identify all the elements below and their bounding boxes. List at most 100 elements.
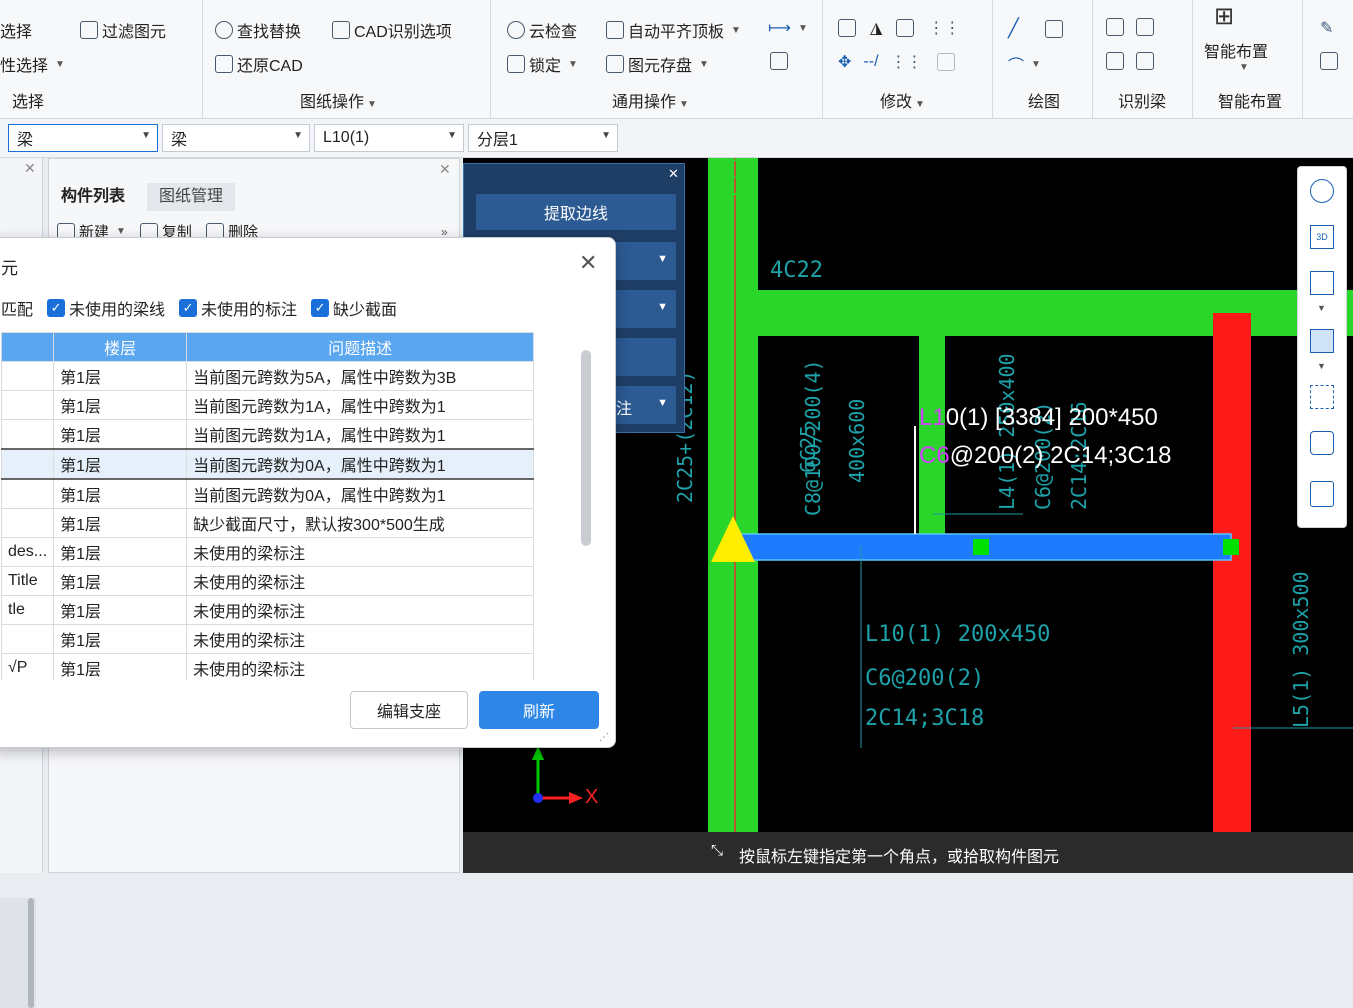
edit-support-button[interactable]: 编辑支座	[350, 691, 468, 729]
edit-icon[interactable]	[936, 53, 955, 71]
ribbon-divider	[822, 0, 823, 118]
layer-combo[interactable]: 分层1 ▼	[468, 124, 618, 152]
checkbox-checked-icon[interactable]: ✓	[311, 299, 330, 317]
modify-tools-row2[interactable]: ✥ --/ ⋮⋮	[838, 52, 955, 72]
restore-cad-button[interactable]: 还原CAD	[215, 52, 303, 76]
rectangle-icon[interactable]	[1044, 19, 1063, 38]
break-icon[interactable]: ⋮⋮	[891, 52, 923, 72]
table-row[interactable]: 第1层 当前图元跨数为5A，属性中跨数为3B	[1, 361, 535, 391]
measure-button[interactable]: ⟼ ▼	[768, 18, 808, 38]
cad-recognize-options-button[interactable]: CAD识别选项	[332, 18, 452, 42]
ribbon-select-button[interactable]: 选择	[0, 18, 32, 42]
table-row[interactable]: 第1层 缺少截面尺寸，默认按300*500生成	[1, 508, 535, 538]
close-icon[interactable]: ✕	[579, 250, 597, 276]
display-settings-icon[interactable]	[1310, 431, 1334, 455]
draw-tools-row1[interactable]: ╱	[1008, 18, 1063, 39]
refresh-button[interactable]: 刷新	[479, 691, 599, 729]
copy-shape-icon[interactable]	[838, 19, 856, 37]
table-row[interactable]: √P 第1层 未使用的梁标注	[1, 653, 535, 680]
close-icon[interactable]: ✕	[439, 161, 451, 178]
lock-button[interactable]: 锁定 ▼	[507, 52, 578, 76]
arc-tool-button[interactable]: ⌒ ▼	[1008, 52, 1041, 76]
table-row[interactable]: 第1层 未使用的梁标注	[1, 624, 535, 654]
line-icon[interactable]: ╱	[1008, 18, 1019, 39]
lock-label: 锁定	[529, 58, 562, 75]
extra-tool-button-2[interactable]	[1320, 52, 1338, 70]
extend-icon[interactable]: --/	[863, 53, 878, 71]
chevron-down-icon[interactable]: ▼	[1317, 361, 1326, 371]
table-row[interactable]: tle 第1层 未使用的梁标注	[1, 595, 535, 625]
table-cell-name	[1, 508, 55, 538]
filter-checkbox[interactable]: ✓ 缺少截面	[311, 296, 397, 320]
rebar-text: 4C22	[770, 258, 823, 283]
tab-drawing-management[interactable]: 图纸管理	[147, 183, 236, 211]
auto-align-label: 自动平齐顶板	[628, 24, 725, 41]
beam-annotation-icon[interactable]	[1136, 52, 1154, 70]
panel-dropdown-label: 注	[616, 401, 633, 418]
grid-tool-button[interactable]	[770, 52, 788, 70]
element-subtype-combo[interactable]: 梁 ▼	[162, 124, 310, 152]
table-row[interactable]: 第1层 当前图元跨数为1A，属性中跨数为1	[1, 419, 535, 450]
select-label: 选择	[0, 24, 33, 41]
filter-checkbox[interactable]: ✓ 未使用的标注	[179, 296, 297, 320]
table-row[interactable]: 第1层 当前图元跨数为1A，属性中跨数为1	[1, 390, 535, 420]
checkbox-checked-icon[interactable]: ✓	[179, 299, 198, 317]
auto-align-slab-button[interactable]: 自动平齐顶板 ▼	[606, 18, 741, 42]
recognize-beam-tools-row2[interactable]	[1106, 52, 1154, 70]
filter-element-button[interactable]: 过滤图元	[80, 18, 166, 42]
extra-tool-button[interactable]: ✎	[1320, 18, 1333, 38]
shaded-view-icon[interactable]	[1310, 329, 1334, 353]
save-element-button[interactable]: 图元存盘 ▼	[606, 52, 709, 76]
orbit-icon[interactable]	[1310, 179, 1334, 203]
chevron-down-icon[interactable]: ▼	[1317, 303, 1326, 313]
check-beam-icon[interactable]	[1136, 18, 1154, 36]
resize-grip-icon[interactable]: ⋰	[599, 732, 609, 743]
property-select-button[interactable]: 性选择 ▼	[0, 52, 65, 76]
cloud-check-button[interactable]: 云检查	[507, 18, 577, 42]
column-header-name[interactable]	[1, 332, 55, 362]
tab-component-list[interactable]: 构件列表	[49, 183, 138, 211]
modify-tools-row1[interactable]: ◮ ⋮⋮	[838, 18, 960, 38]
close-icon[interactable]: ✕	[668, 166, 679, 182]
align-tool-icon[interactable]	[896, 19, 915, 37]
issue-table: 楼层 问题描述 第1层 当前图元跨数为5A，属性中跨数为3B 第1层 当前图元跨数为1…	[1, 332, 535, 680]
table-row[interactable]: Title 第1层 未使用的梁标注	[1, 566, 535, 596]
group-label-modify[interactable]: 修改 ▼	[880, 88, 925, 112]
extract-edge-button[interactable]: 提取边线	[476, 194, 676, 230]
properties-icon[interactable]	[1310, 481, 1334, 507]
table-cell-desc: 当前图元跨数为1A，属性中跨数为1	[186, 390, 535, 420]
group-label-drawing-ops[interactable]: 图纸操作 ▼	[300, 88, 377, 112]
column-header-description[interactable]: 问题描述	[186, 332, 535, 362]
group-label-general-ops[interactable]: 通用操作 ▼	[612, 88, 689, 112]
checkbox-checked-icon[interactable]: ✓	[47, 299, 66, 317]
component-combo[interactable]: L10(1) ▼	[314, 124, 464, 152]
scrollbar[interactable]	[28, 898, 34, 1008]
table-cell-floor: 第1层	[53, 653, 188, 680]
recognize-beam-icon[interactable]	[1106, 18, 1124, 36]
table-row[interactable]: 第1层 当前图元跨数为0A，属性中跨数为1	[1, 478, 535, 509]
fullscreen-icon[interactable]	[1310, 385, 1334, 409]
smart-layout-button[interactable]: 智能布置	[1204, 38, 1268, 62]
3d-view-icon[interactable]: 3D	[1310, 225, 1334, 249]
view-toolbar: 3D ▼ ▼	[1297, 166, 1347, 528]
chevron-down-icon: ▼	[55, 58, 65, 70]
chevron-down-icon[interactable]: ▼	[1236, 62, 1249, 73]
array-icon[interactable]: ⋮⋮	[928, 18, 960, 38]
filter-checkbox[interactable]: ✓ 未使用的梁线	[47, 296, 165, 320]
cube-view-icon[interactable]	[1310, 271, 1334, 295]
filter-checkbox[interactable]: 匹配	[1, 296, 33, 320]
element-type-combo[interactable]: 梁 ▼	[8, 124, 158, 152]
column-header-floor[interactable]: 楼层	[53, 332, 188, 362]
beam-horizontal-top	[758, 290, 1353, 336]
recognize-beam-tools-row1[interactable]	[1106, 18, 1154, 36]
move-icon[interactable]: ✥	[838, 52, 851, 72]
close-icon[interactable]: ✕	[24, 160, 36, 177]
table-row[interactable]: 第1层 当前图元跨数为0A，属性中跨数为1	[1, 448, 535, 480]
chevron-down-icon: ▼	[657, 301, 668, 313]
find-replace-button[interactable]: 查找替换	[215, 18, 301, 42]
mirror-icon[interactable]: ◮	[870, 18, 882, 38]
table-cell-floor: 第1层	[53, 419, 188, 450]
table-row[interactable]: des... 第1层 未使用的梁标注	[1, 537, 535, 567]
scrollbar[interactable]	[581, 350, 591, 546]
edit-support-icon[interactable]	[1106, 52, 1124, 70]
